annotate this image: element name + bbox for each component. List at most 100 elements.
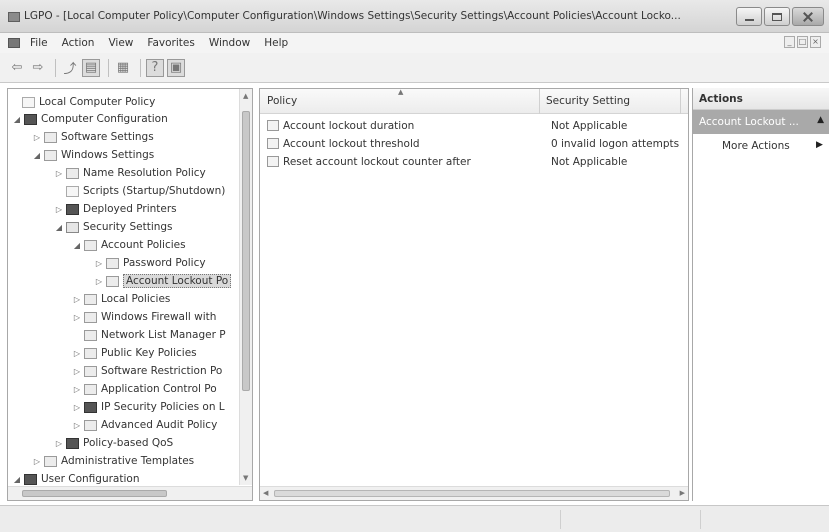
more-actions-label: More Actions bbox=[722, 140, 790, 152]
tree-node-label: Policy-based QoS bbox=[83, 437, 174, 449]
tree-node-administrative-templates[interactable]: ▷ Administrative Templates bbox=[32, 452, 194, 470]
tree-node-ip-security-policies[interactable]: ▷ IP Security Policies on L bbox=[72, 398, 225, 416]
close-button[interactable] bbox=[792, 7, 824, 26]
actions-pane: Actions Account Lockout ... ▲ More Actio… bbox=[692, 88, 829, 501]
tree-node-deployed-printers[interactable]: ▷ Deployed Printers bbox=[54, 200, 177, 218]
expander-icon[interactable]: ◢ bbox=[32, 151, 42, 160]
security-setting-value: Not Applicable bbox=[551, 119, 628, 132]
list-header: ▲ Policy Security Setting bbox=[260, 89, 688, 114]
console-tree[interactable]: Local Computer Policy ◢ Computer Configu… bbox=[7, 88, 253, 501]
folder-icon bbox=[84, 419, 97, 431]
tree-node-name-resolution-policy[interactable]: ▷ Name Resolution Policy bbox=[54, 164, 206, 182]
expander-icon[interactable]: ▷ bbox=[32, 457, 42, 466]
help-button[interactable]: ? bbox=[146, 58, 164, 77]
tree-node-software-restriction[interactable]: ▷ Software Restriction Po bbox=[72, 362, 222, 380]
tree-node-password-policy[interactable]: ▷ Password Policy bbox=[94, 254, 206, 272]
scroll-thumb[interactable] bbox=[22, 490, 167, 497]
tree-node-label: Account Policies bbox=[101, 239, 186, 251]
tree-node-security-settings[interactable]: ◢ Security Settings bbox=[54, 218, 173, 236]
expander-icon[interactable]: ▷ bbox=[72, 367, 82, 376]
expander-icon[interactable]: ▷ bbox=[32, 133, 42, 142]
export-list-button[interactable]: ▦ bbox=[114, 59, 132, 77]
menu-view[interactable]: View bbox=[108, 37, 133, 49]
tree-node-computer-configuration[interactable]: ◢ Computer Configuration bbox=[12, 110, 168, 128]
tree-node-label: Advanced Audit Policy bbox=[101, 419, 218, 431]
tree-horizontal-scrollbar[interactable] bbox=[8, 486, 252, 500]
expander-icon[interactable]: ◢ bbox=[72, 241, 82, 250]
back-button[interactable]: ⇦ bbox=[8, 59, 26, 77]
folder-icon bbox=[44, 149, 57, 161]
tree-node-policy-based-qos[interactable]: ▷ Policy-based QoS bbox=[54, 434, 173, 452]
policy-list[interactable]: ▲ Policy Security Setting Account lockou… bbox=[259, 88, 689, 501]
tree-node-windows-settings[interactable]: ◢ Windows Settings bbox=[32, 146, 154, 164]
tree-node-label: Scripts (Startup/Shutdown) bbox=[83, 185, 226, 197]
tree-node-label: IP Security Policies on L bbox=[101, 401, 225, 413]
tree-node-label: Network List Manager P bbox=[101, 329, 226, 341]
expander-icon[interactable]: ◢ bbox=[12, 115, 22, 124]
up-folder-icon: ⤴ bbox=[63, 62, 77, 77]
forward-button[interactable]: ⇨ bbox=[29, 59, 47, 77]
expander-icon[interactable]: ▷ bbox=[72, 403, 82, 412]
tree-node-application-control[interactable]: ▷ Application Control Po bbox=[72, 380, 217, 398]
up-one-level-button[interactable]: ⤴ bbox=[61, 59, 79, 77]
column-header-policy[interactable]: Policy bbox=[267, 95, 297, 107]
folder-icon bbox=[84, 347, 97, 359]
column-header-security-setting[interactable]: Security Setting bbox=[546, 95, 630, 107]
properties-button[interactable]: ▣ bbox=[167, 58, 185, 77]
expander-icon[interactable]: ▷ bbox=[72, 349, 82, 358]
list-item[interactable]: Account lockout threshold 0 invalid logo… bbox=[267, 135, 687, 152]
mdi-restore-button[interactable]: □ bbox=[797, 36, 808, 48]
tree-node-public-key-policies[interactable]: ▷ Public Key Policies bbox=[72, 344, 197, 362]
tree-vertical-scrollbar[interactable]: ▲ ▼ bbox=[239, 89, 252, 485]
expander-icon[interactable]: ◢ bbox=[54, 223, 64, 232]
expander-icon[interactable]: ▷ bbox=[94, 259, 104, 268]
mdi-close-button[interactable]: × bbox=[810, 36, 821, 48]
tree-node-local-policies[interactable]: ▷ Local Policies bbox=[72, 290, 170, 308]
menu-help[interactable]: Help bbox=[264, 37, 288, 49]
expander-icon[interactable]: ▷ bbox=[54, 439, 64, 448]
scroll-right-arrow-icon[interactable]: ▶ bbox=[680, 489, 685, 497]
expander-icon[interactable]: ▷ bbox=[94, 277, 104, 286]
scroll-down-arrow-icon[interactable]: ▼ bbox=[243, 474, 248, 482]
actions-section-header[interactable]: Account Lockout ... ▲ bbox=[693, 110, 829, 134]
tree-node-network-list-manager[interactable]: Network List Manager P bbox=[72, 326, 226, 344]
status-bar bbox=[0, 505, 829, 532]
scroll-thumb[interactable] bbox=[242, 111, 250, 391]
mdi-minimize-button[interactable]: _ bbox=[784, 36, 795, 48]
tree-node-windows-firewall[interactable]: ▷ Windows Firewall with bbox=[72, 308, 217, 326]
minimize-button[interactable] bbox=[736, 7, 762, 26]
scroll-up-arrow-icon[interactable]: ▲ bbox=[243, 92, 248, 100]
expander-icon[interactable]: ▷ bbox=[54, 205, 64, 214]
menu-favorites[interactable]: Favorites bbox=[147, 37, 194, 49]
expander-icon[interactable]: ◢ bbox=[12, 475, 22, 484]
expander-icon[interactable]: ▷ bbox=[72, 313, 82, 322]
console-icon[interactable] bbox=[8, 38, 20, 48]
list-item[interactable]: Account lockout duration Not Applicable bbox=[267, 117, 687, 134]
column-divider[interactable] bbox=[680, 89, 681, 114]
menu-window[interactable]: Window bbox=[209, 37, 250, 49]
maximize-button[interactable] bbox=[764, 7, 790, 26]
expander-icon[interactable]: ▷ bbox=[54, 169, 64, 178]
list-item[interactable]: Reset account lockout counter after Not … bbox=[267, 153, 687, 170]
expander-icon[interactable]: ▷ bbox=[72, 421, 82, 430]
scroll-thumb[interactable] bbox=[274, 490, 670, 497]
column-divider[interactable] bbox=[539, 89, 540, 114]
tree-node-label: Name Resolution Policy bbox=[83, 167, 206, 179]
scroll-left-arrow-icon[interactable]: ◀ bbox=[263, 489, 268, 497]
folder-icon bbox=[44, 455, 57, 467]
more-actions-link[interactable]: More Actions ▶ bbox=[722, 140, 823, 152]
menu-file[interactable]: File bbox=[30, 37, 48, 49]
tree-node-scripts[interactable]: Scripts (Startup/Shutdown) bbox=[54, 182, 225, 200]
console-tree-icon: ▤ bbox=[84, 60, 98, 75]
menu-action[interactable]: Action bbox=[62, 37, 95, 49]
show-hide-tree-button[interactable]: ▤ bbox=[82, 58, 100, 77]
tree-node-account-policies[interactable]: ◢ Account Policies bbox=[72, 236, 186, 254]
tree-node-advanced-audit-policy[interactable]: ▷ Advanced Audit Policy bbox=[72, 416, 217, 434]
collapse-up-icon[interactable]: ▲ bbox=[817, 115, 824, 125]
expander-icon[interactable]: ▷ bbox=[72, 295, 82, 304]
tree-node-local-computer-policy[interactable]: Local Computer Policy bbox=[10, 93, 155, 111]
expander-icon[interactable]: ▷ bbox=[72, 385, 82, 394]
tree-node-account-lockout-policy[interactable]: ▷ Account Lockout Po bbox=[94, 272, 232, 290]
tree-node-software-settings[interactable]: ▷ Software Settings bbox=[32, 128, 154, 146]
list-horizontal-scrollbar[interactable]: ◀ ▶ bbox=[260, 486, 688, 500]
